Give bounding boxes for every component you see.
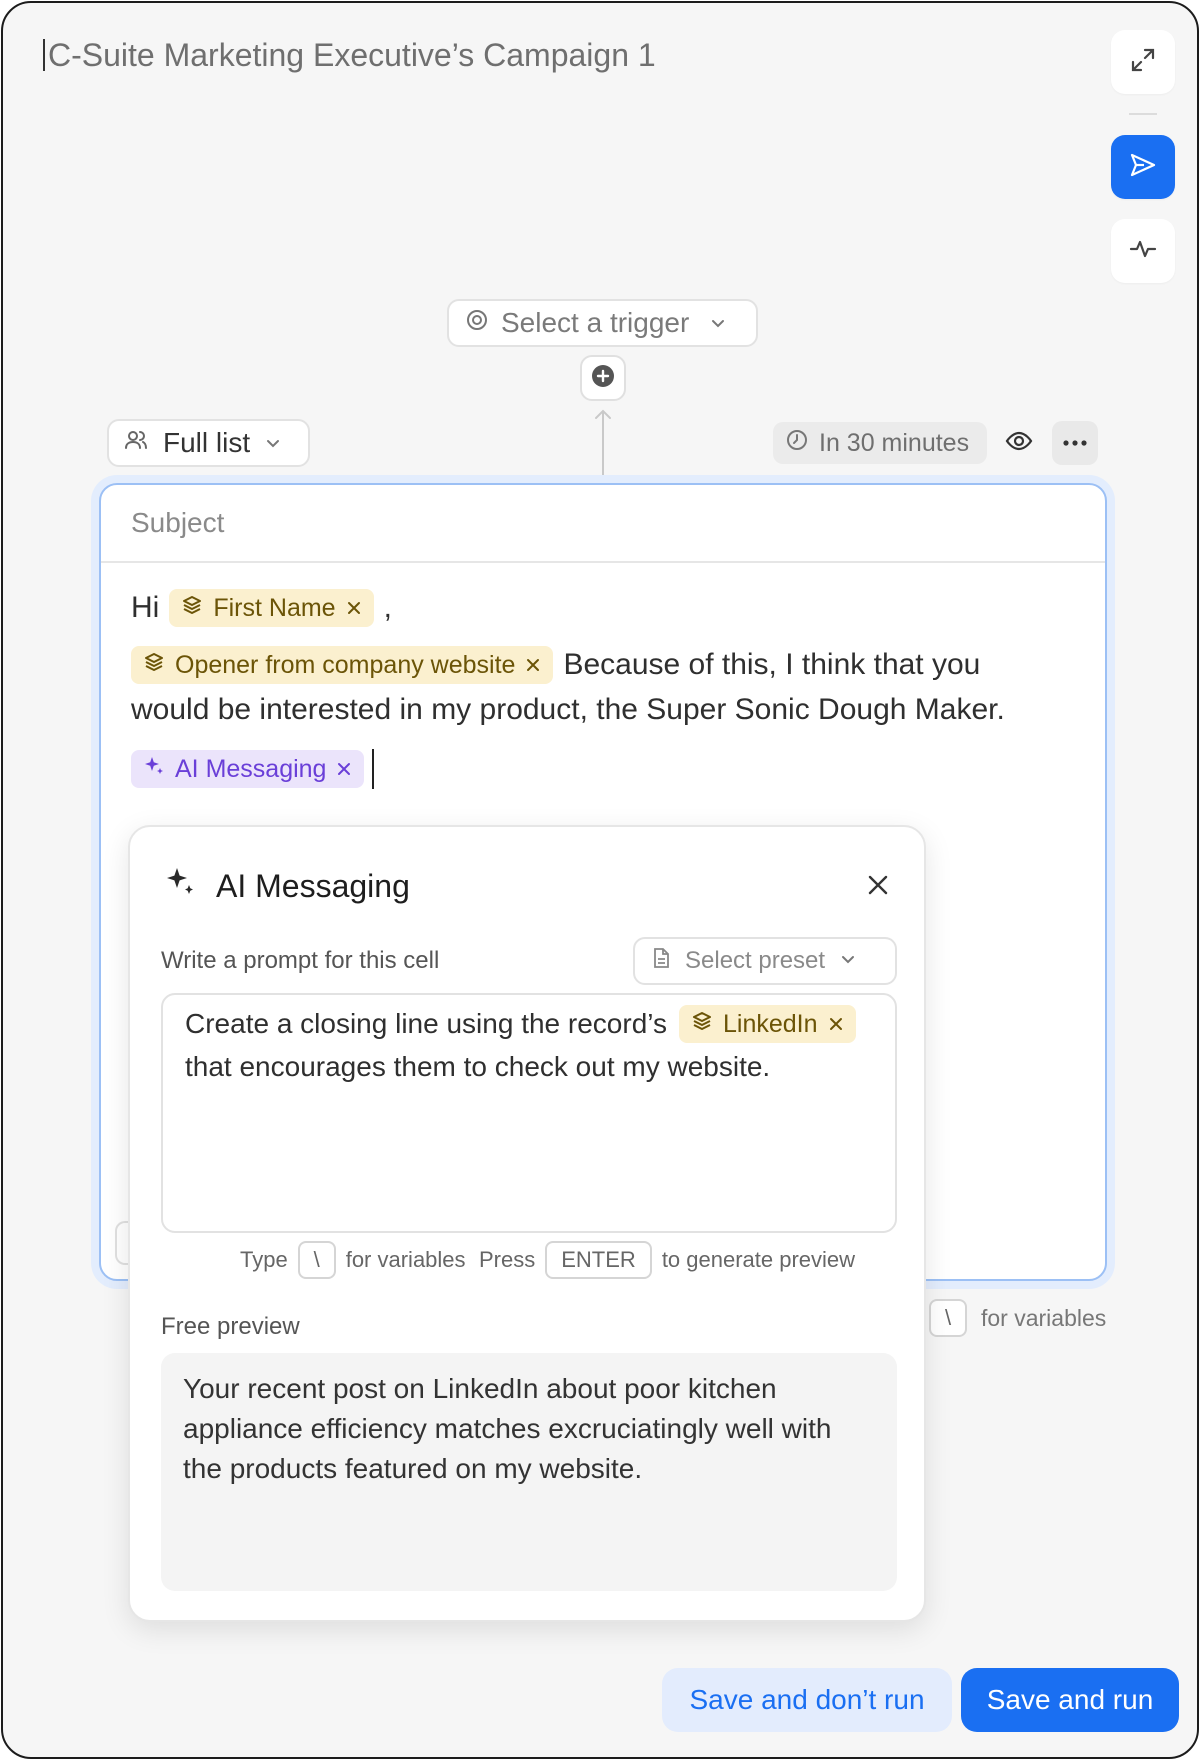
preview-label: Free preview <box>161 1313 300 1340</box>
chip-label: LinkedIn <box>722 1009 818 1038</box>
body-text-line-2: would be interested in my product, the S… <box>131 693 1005 726</box>
popup-header: AI Messaging <box>164 865 410 907</box>
add-step-button[interactable] <box>580 355 626 401</box>
prompt-textarea[interactable]: Create a closing line using the record’s… <box>161 993 897 1233</box>
select-trigger-dropdown[interactable]: Select a trigger <box>447 299 758 347</box>
subject-placeholder: Subject <box>131 507 225 538</box>
chevron-down-icon <box>839 947 857 975</box>
prompt-text-1: Create a closing line using the record’s <box>185 1008 667 1039</box>
save-and-dont-run-button[interactable]: Save and don’t run <box>662 1668 952 1732</box>
campaign-title: C-Suite Marketing Executive’s Campaign 1 <box>48 37 656 73</box>
comma-text: , <box>383 591 392 624</box>
clock-icon <box>785 428 809 459</box>
remove-chip-icon[interactable] <box>828 1010 844 1039</box>
activity-icon <box>1129 235 1157 268</box>
schedule-button[interactable]: In 30 minutes <box>773 422 987 464</box>
sparkle-icon <box>164 865 198 907</box>
text-cursor <box>43 39 45 71</box>
text-cursor <box>372 749 375 789</box>
close-icon <box>866 873 890 902</box>
eye-icon <box>1005 427 1033 460</box>
activity-button[interactable] <box>1111 219 1175 283</box>
prompt-label: Write a prompt for this cell <box>161 947 440 974</box>
prompt-text-2: that encourages them to check out my web… <box>185 1051 771 1082</box>
remove-chip-icon[interactable] <box>346 594 362 623</box>
campaign-title-field[interactable]: C-Suite Marketing Executive’s Campaign 1 <box>43 37 656 74</box>
prompt-line-2: that encourages them to check out my web… <box>185 1051 770 1083</box>
popup-title: AI Messaging <box>216 867 410 904</box>
body-line-product[interactable]: would be interested in my product, the S… <box>131 693 1005 727</box>
audience-dropdown[interactable]: Full list <box>107 419 310 467</box>
editor-variables-hint: \ for variables <box>929 1299 1106 1337</box>
body-line-greeting[interactable]: Hi First Name , <box>131 589 392 627</box>
send-icon <box>1128 150 1158 185</box>
body-line-opener[interactable]: Opener from company website Because of t… <box>131 646 980 684</box>
chip-label: AI Messaging <box>175 754 327 783</box>
send-button[interactable] <box>1111 135 1175 199</box>
sparkle-icon <box>143 755 165 784</box>
backslash-key: \ <box>929 1299 967 1337</box>
toolbar-divider <box>1129 113 1157 115</box>
audience-label: Full list <box>163 427 251 458</box>
schedule-label: In 30 minutes <box>819 428 970 457</box>
enter-hint: Press ENTER to generate preview <box>479 1241 855 1279</box>
more-horizontal-icon <box>1062 434 1088 452</box>
preview-output: Your recent post on LinkedIn about poor … <box>161 1353 897 1591</box>
enter-key: ENTER <box>545 1241 652 1279</box>
campaign-editor-window: C-Suite Marketing Executive’s Campaign 1… <box>1 1 1199 1759</box>
variable-chip-first-name[interactable]: First Name <box>169 589 374 627</box>
expand-button[interactable] <box>1111 30 1175 94</box>
chip-label: Opener from company website <box>175 650 516 679</box>
preview-text: Your recent post on LinkedIn about poor … <box>183 1373 832 1484</box>
hint-type-text: Type <box>240 1247 288 1272</box>
variables-hint: Type \ for variables <box>240 1241 466 1279</box>
expand-icon <box>1130 47 1156 78</box>
plus-circle-icon <box>590 363 616 394</box>
chip-label: First Name <box>213 593 336 622</box>
target-icon <box>465 307 489 339</box>
ai-messaging-popup: AI Messaging Write a prompt for this cel… <box>128 825 926 1622</box>
prompt-line-1: Create a closing line using the record’s… <box>185 1005 856 1043</box>
hint-text: for variables <box>981 1304 1107 1331</box>
hint-variables-text: for variables <box>345 1247 466 1272</box>
close-button[interactable] <box>858 867 898 907</box>
body-line-ai[interactable]: AI Messaging <box>131 749 375 789</box>
remove-chip-icon[interactable] <box>525 651 541 680</box>
backslash-key: \ <box>297 1241 336 1279</box>
hint-generate-text: to generate preview <box>661 1247 856 1272</box>
more-options-button[interactable] <box>1052 421 1098 465</box>
layers-icon <box>143 651 165 680</box>
body-text-line-1: Because of this, I think that you <box>563 648 981 681</box>
users-icon <box>123 427 149 460</box>
trigger-placeholder: Select a trigger <box>501 307 690 338</box>
select-preset-dropdown[interactable]: Select preset <box>633 937 897 985</box>
save-and-run-button[interactable]: Save and run <box>961 1668 1179 1732</box>
variable-chip-linkedin[interactable]: LinkedIn <box>678 1005 856 1043</box>
greeting-text: Hi <box>131 591 160 624</box>
hint-press-text: Press <box>479 1247 536 1272</box>
preview-button[interactable] <box>996 421 1042 465</box>
preset-placeholder: Select preset <box>685 947 826 974</box>
arrow-up-icon <box>594 407 612 426</box>
layers-icon <box>181 594 203 623</box>
chevron-down-icon <box>709 307 727 339</box>
document-icon <box>651 947 671 976</box>
subject-input[interactable]: Subject <box>101 485 1105 563</box>
chevron-down-icon <box>264 427 282 459</box>
layers-icon <box>691 1010 713 1039</box>
remove-chip-icon[interactable] <box>336 755 352 784</box>
ai-messaging-chip[interactable]: AI Messaging <box>131 750 365 788</box>
variable-chip-opener[interactable]: Opener from company website <box>131 646 554 684</box>
